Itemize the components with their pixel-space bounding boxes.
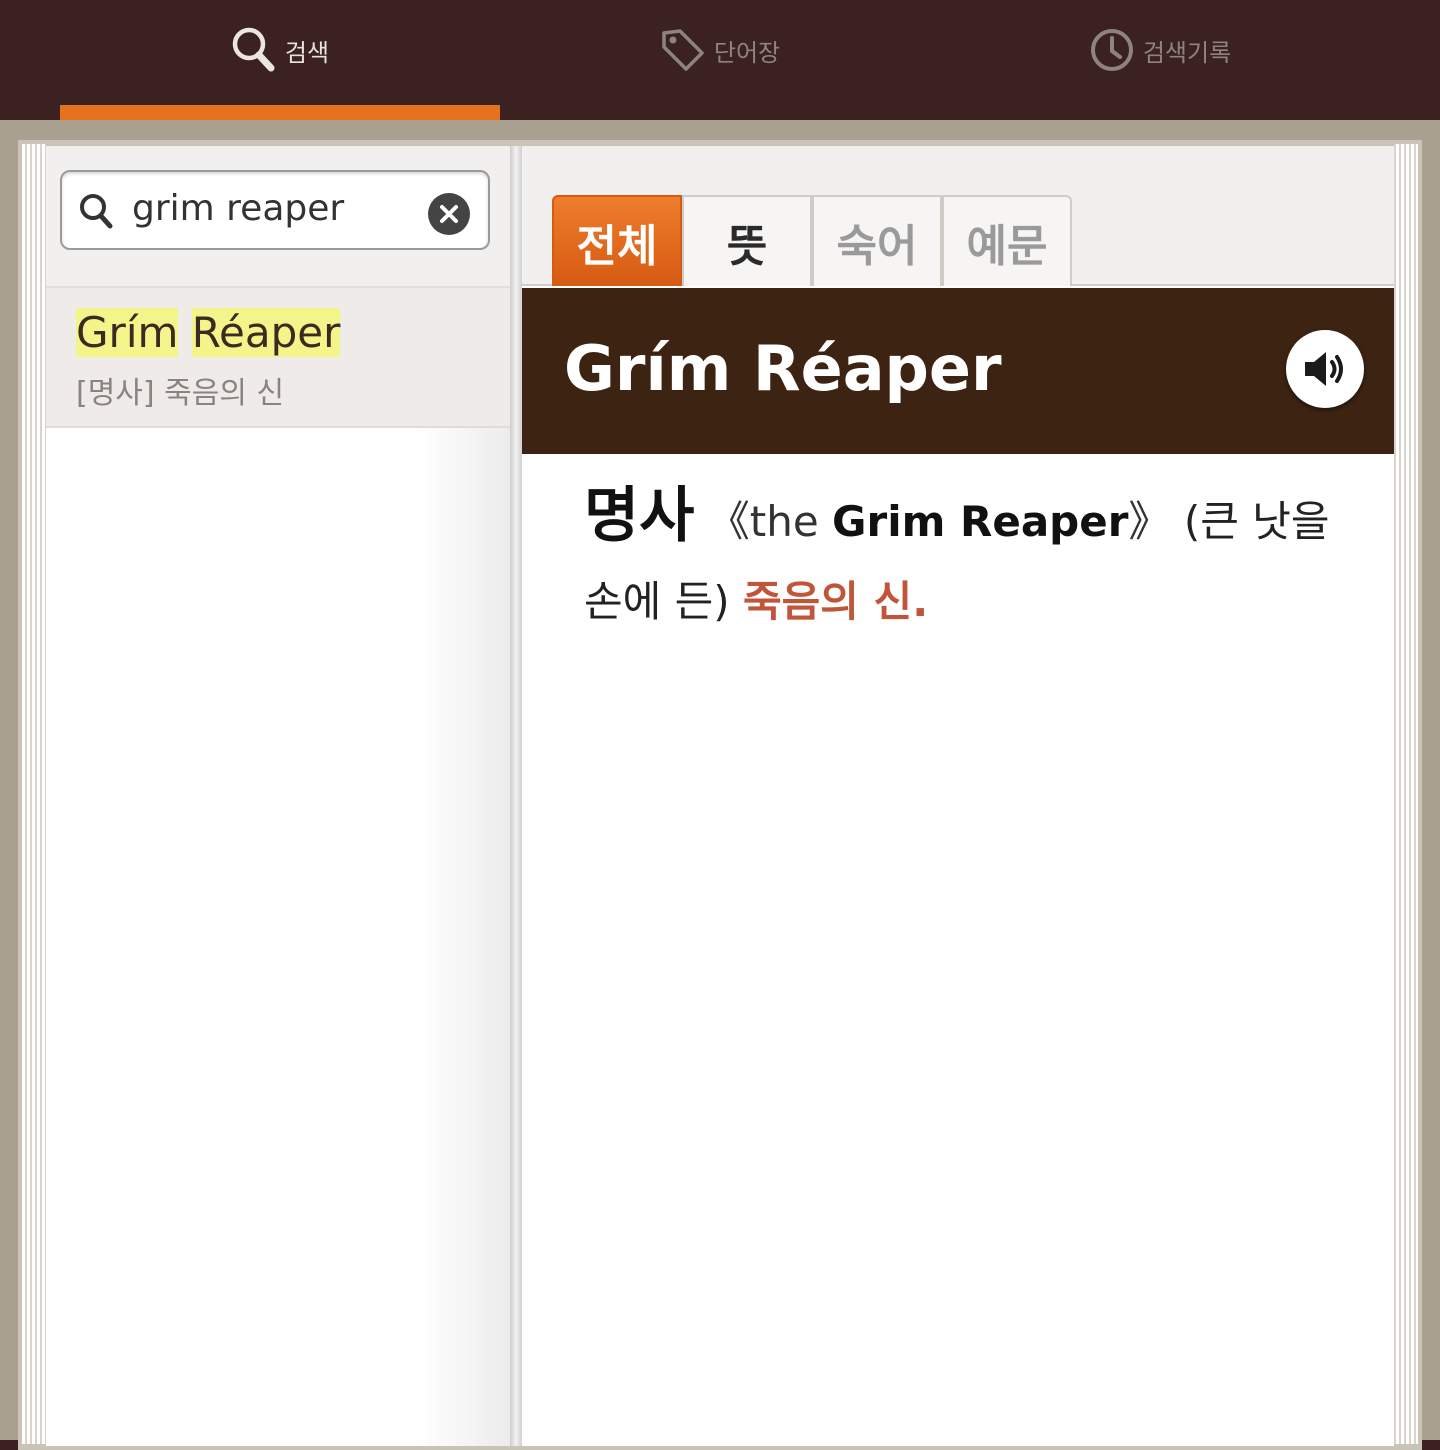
search-input-value: grim reaper: [132, 188, 345, 229]
result-headword-part2: Réaper: [191, 308, 341, 357]
top-navigation: 검색 단어장 검색기록: [0, 0, 1440, 120]
definition-bracket-close: 》: [1128, 497, 1171, 546]
headword-title: Grím Réaper: [564, 332, 1002, 405]
page-edges-left: [22, 144, 46, 1444]
search-area: grim reaper: [46, 146, 510, 288]
result-summary: [명사] 죽음의 신: [76, 376, 285, 411]
clock-icon: [1089, 27, 1135, 73]
tab-all[interactable]: 전체: [552, 195, 682, 286]
result-list-item[interactable]: Grím Réaper [명사] 죽음의 신: [46, 288, 510, 428]
book-spine: [510, 146, 522, 1446]
page-edges-right: [1394, 144, 1418, 1444]
result-headword: Grím Réaper: [76, 308, 341, 357]
definition-meaning: 죽음의 신.: [743, 577, 929, 626]
close-icon: [440, 205, 458, 223]
nav-tab-search[interactable]: 검색: [60, 0, 500, 120]
clear-search-button[interactable]: [428, 193, 470, 235]
nav-tab-search-label: 검색: [284, 38, 330, 67]
left-page: grim reaper Grím Réaper [명사] 죽음의 신: [46, 146, 510, 1446]
book-frame: grim reaper Grím Réaper [명사] 죽음의 신 전체 뜻 …: [0, 120, 1440, 1450]
pronunciation-button[interactable]: [1286, 330, 1364, 408]
active-tab-indicator: [60, 105, 500, 120]
tab-examples[interactable]: 예문: [942, 195, 1072, 286]
tab-meaning[interactable]: 뜻: [682, 195, 812, 286]
definition-term: Grim Reaper: [832, 497, 1129, 546]
headword-banner: Grím Réaper: [522, 288, 1394, 454]
speaker-icon: [1305, 352, 1343, 386]
nav-tab-wordbook[interactable]: 단어장: [500, 0, 940, 120]
search-icon: [78, 192, 114, 234]
nav-tab-wordbook-label: 단어장: [713, 38, 781, 67]
search-icon: [231, 26, 277, 74]
tag-icon: [660, 27, 706, 73]
result-headword-part1: Grím: [76, 308, 179, 357]
entry-tabs-bar: 전체 뜻 숙어 예문: [522, 146, 1394, 286]
definition-text: 명사 《the Grim Reaper》 (큰 낫을 손에 든) 죽음의 신.: [584, 476, 1344, 642]
nav-tab-history-label: 검색기록: [1142, 38, 1232, 67]
definition-bracket-open: 《the: [707, 497, 833, 546]
search-input[interactable]: grim reaper: [60, 170, 490, 250]
part-of-speech: 명사: [584, 481, 695, 551]
right-page: 전체 뜻 숙어 예문 Grím Réaper 명사 《the Grim Reap…: [522, 146, 1394, 1446]
tab-idioms[interactable]: 숙어: [812, 195, 942, 286]
nav-tab-history[interactable]: 검색기록: [940, 0, 1380, 120]
